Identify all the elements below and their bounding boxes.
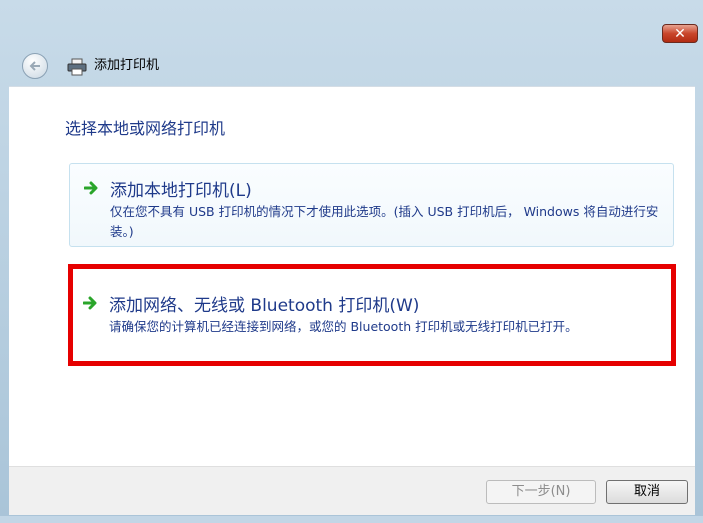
add-local-printer-description: 仅在您不具有 USB 打印机的情况下才使用此选项。(插入 USB 打印机后， W… bbox=[110, 204, 659, 239]
printer-icon bbox=[67, 58, 87, 76]
add-local-printer-option[interactable]: 添加本地打印机(L) 仅在您不具有 USB 打印机的情况下才使用此选项。(插入 … bbox=[69, 163, 674, 247]
close-icon: ✕ bbox=[674, 26, 686, 42]
wizard-title: 添加打印机 bbox=[94, 58, 160, 73]
close-button[interactable]: ✕ bbox=[662, 24, 698, 43]
nav-bar: 添加打印机 bbox=[8, 48, 696, 88]
back-arrow-icon bbox=[29, 61, 40, 71]
page-heading: 选择本地或网络打印机 bbox=[65, 119, 226, 138]
add-local-printer-title: 添加本地打印机(L) bbox=[110, 181, 252, 201]
wizard-window: ✕ 添加打印机 选择本地或网络打印机 添加本地打印机(L) 仅在您不具有 USB… bbox=[0, 0, 703, 523]
green-arrow-icon bbox=[84, 181, 98, 195]
wizard-footer: 下一步(N) 取消 bbox=[9, 466, 695, 515]
back-button[interactable] bbox=[22, 53, 48, 79]
window-bottom-edge bbox=[0, 516, 703, 523]
cancel-button[interactable]: 取消 bbox=[606, 480, 688, 504]
next-button[interactable]: 下一步(N) bbox=[486, 480, 596, 504]
highlight-box bbox=[68, 264, 676, 366]
